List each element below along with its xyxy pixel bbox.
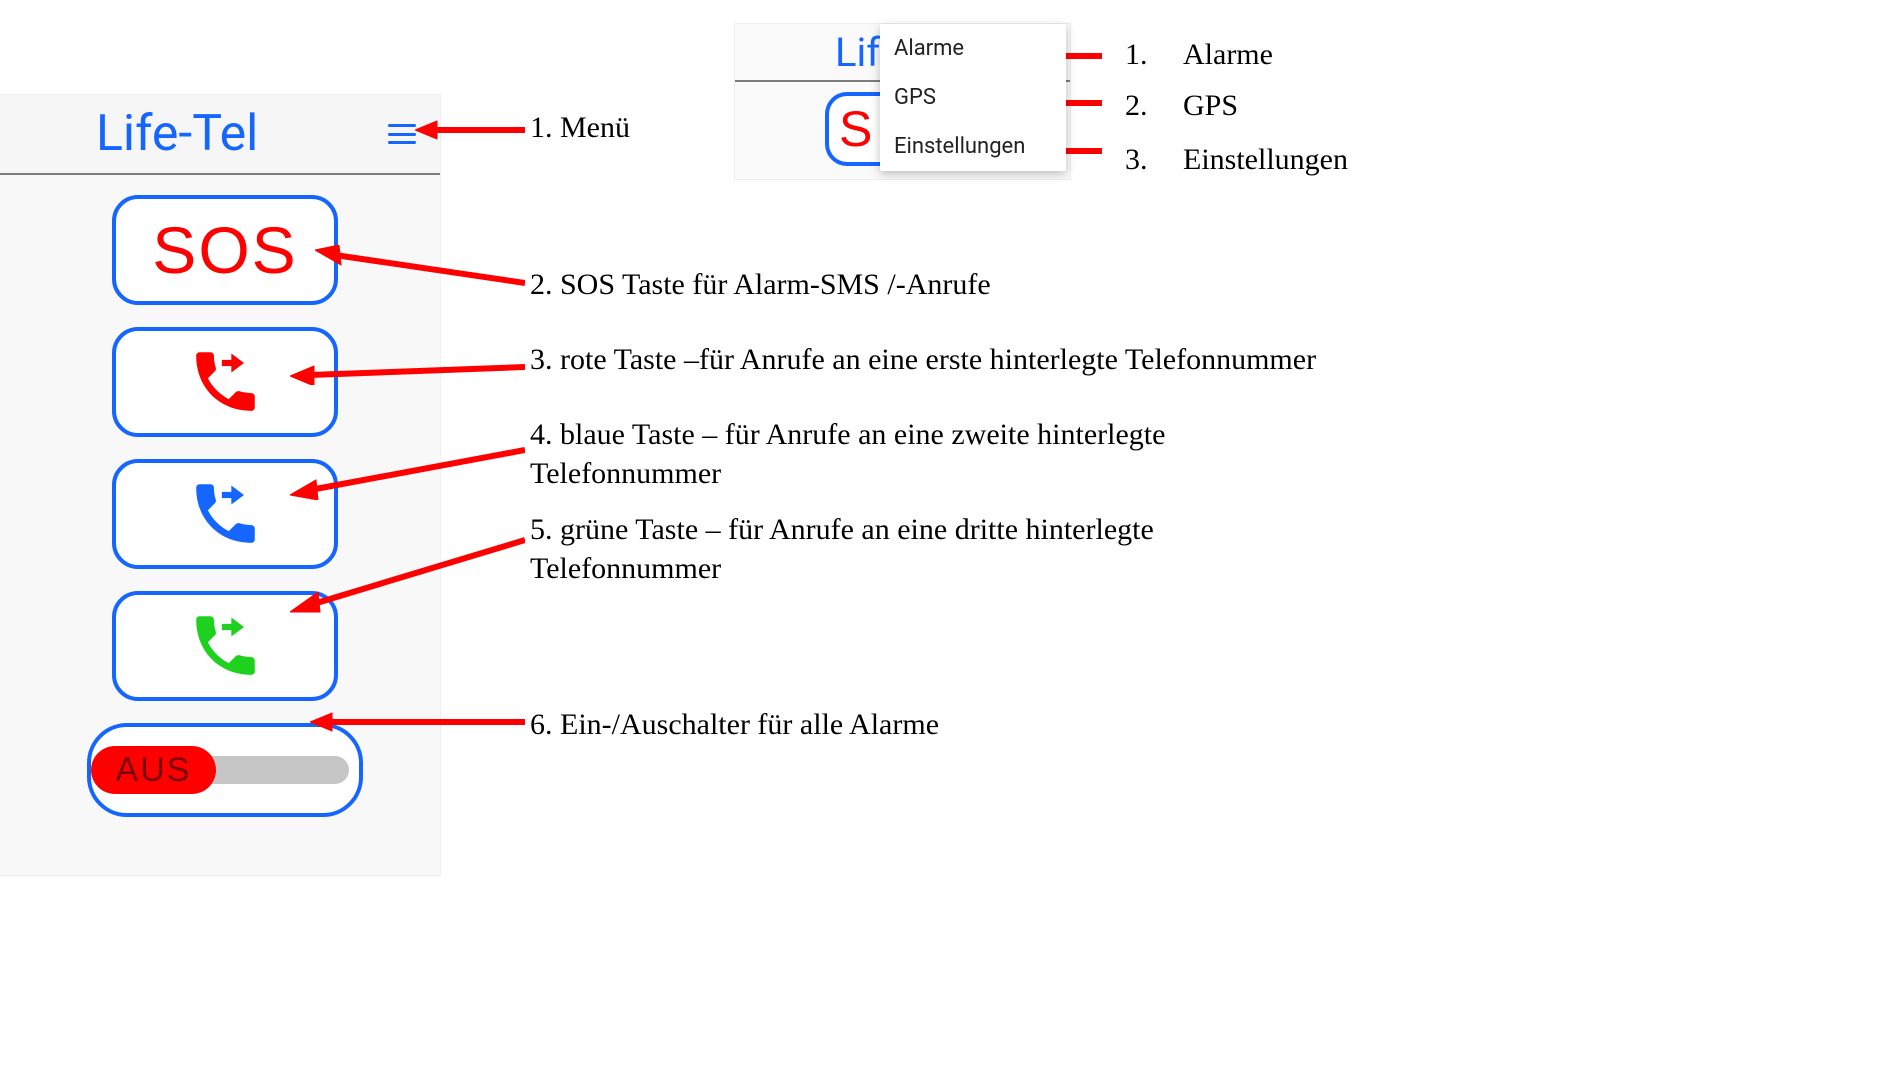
app-title: Life-Tel xyxy=(96,105,258,163)
arrow-icon xyxy=(310,710,525,735)
menu-item-gps[interactable]: GPS xyxy=(880,73,1066,122)
sos-button[interactable]: SOS xyxy=(112,195,338,305)
annotation-1: 1. Menü xyxy=(530,108,630,147)
arrow-icon xyxy=(415,115,525,145)
sos-button-label: SOS xyxy=(152,212,297,288)
phone-forward-icon xyxy=(187,344,263,420)
right-list-item-3: 3. Einstellungen xyxy=(1125,140,1348,179)
annotation-6: 6. Ein-/Auschalter für alle Alarme xyxy=(530,705,939,744)
annotation-3: 3. rote Taste –für Anrufe an eine erste … xyxy=(530,340,1580,379)
menu-item-alarme[interactable]: Alarme xyxy=(880,24,1066,73)
phone-forward-icon xyxy=(187,476,263,552)
menu-dropdown: Alarme GPS Einstellungen xyxy=(880,24,1066,171)
list-number: 1. xyxy=(1125,35,1155,74)
annotation-4: 4. blaue Taste – für Anrufe an eine zwei… xyxy=(530,415,1290,493)
sos-fragment-label: S xyxy=(839,100,872,158)
arrow-icon xyxy=(290,355,525,385)
list-number: 3. xyxy=(1125,140,1155,179)
list-label: GPS xyxy=(1183,86,1238,125)
hamburger-menu-icon[interactable] xyxy=(388,124,416,144)
annotation-5: 5. grüne Taste – für Anrufe an eine drit… xyxy=(530,510,1290,588)
app-titlebar: Life-Tel xyxy=(0,95,440,175)
arrow-icon xyxy=(290,530,525,615)
right-list-item-2: 2. GPS xyxy=(1125,86,1238,125)
arrow-icon xyxy=(290,440,525,500)
annotation-2: 2. SOS Taste für Alarm-SMS /-Anrufe xyxy=(530,265,991,304)
list-number: 2. xyxy=(1125,86,1155,125)
list-label: Alarme xyxy=(1183,35,1273,74)
toggle-knob: AUS xyxy=(91,746,216,794)
arrow-icon xyxy=(315,245,525,295)
menu-item-einstellungen[interactable]: Einstellungen xyxy=(880,122,1066,171)
mini-title-fragment: Lif xyxy=(835,29,880,76)
toggle-label: AUS xyxy=(116,751,192,790)
list-label: Einstellungen xyxy=(1183,140,1348,179)
phone-forward-icon xyxy=(187,608,263,684)
right-list-item-1: 1. Alarme xyxy=(1125,35,1273,74)
alarm-toggle[interactable]: AUS xyxy=(87,723,363,817)
